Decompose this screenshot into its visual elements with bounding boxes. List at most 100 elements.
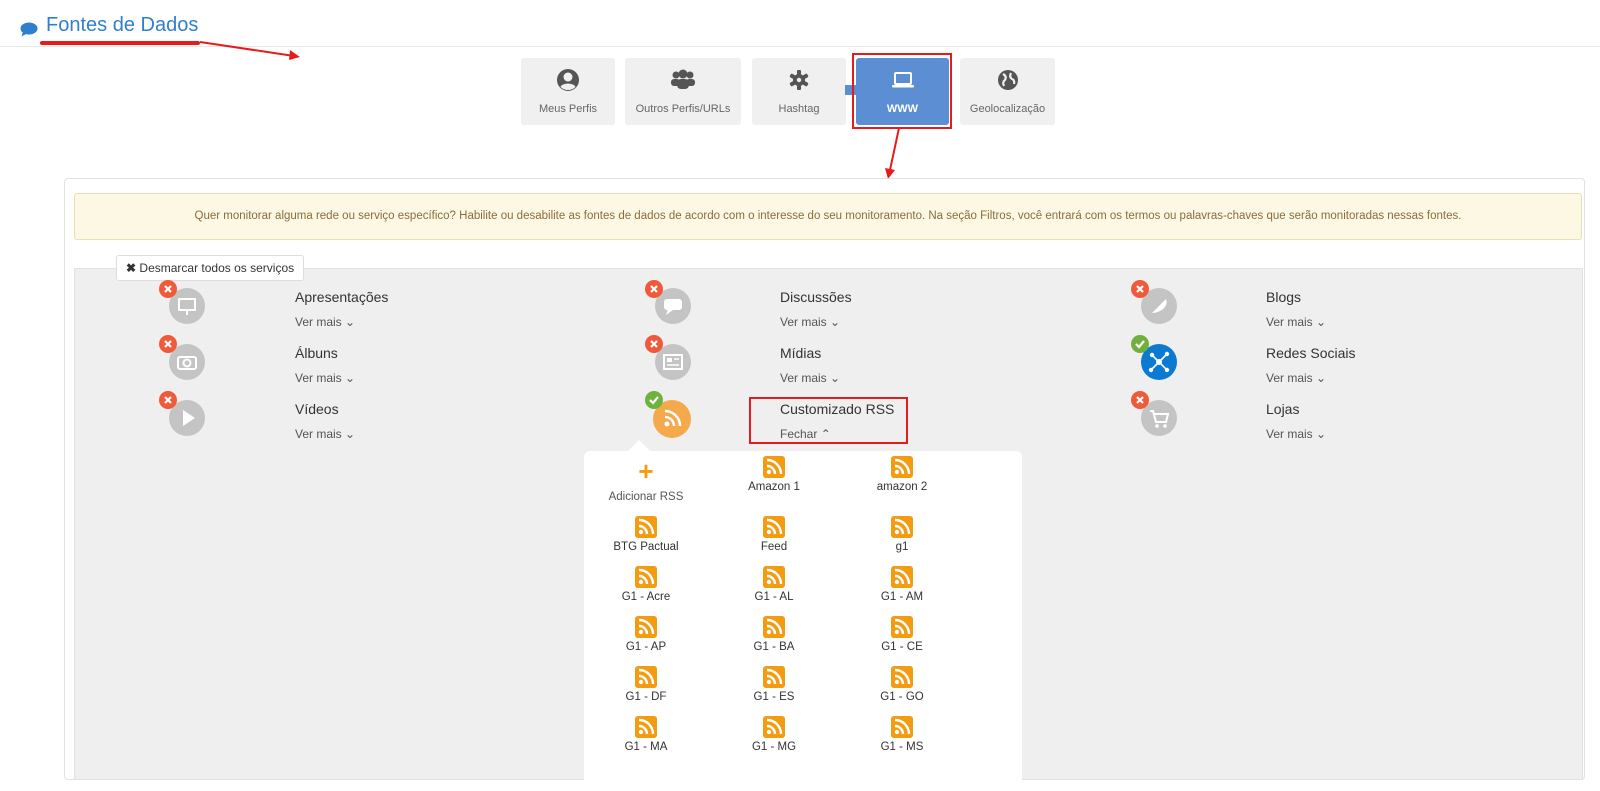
service-disabled-toggle[interactable]	[1131, 391, 1149, 409]
service-ver-mais[interactable]: Ver mais ⌄	[1266, 315, 1326, 329]
rss-feed-item[interactable]: G1 - DF	[586, 665, 706, 703]
rss-feed-item[interactable]: Amazon 1	[714, 455, 834, 493]
annotation-arrow-down	[885, 128, 900, 179]
service-disabled-toggle[interactable]	[645, 280, 663, 298]
rss-feed-icon	[891, 616, 913, 638]
rss-feed-icon	[891, 666, 913, 688]
comment-icon	[20, 22, 38, 37]
add-rss-button[interactable]: + Adicionar RSS	[586, 456, 706, 503]
rss-feed-item[interactable]: G1 - ES	[714, 665, 834, 703]
rss-feed-icon	[635, 566, 657, 588]
rss-feed-item[interactable]: G1 - AM	[842, 565, 962, 603]
popover-arrow	[628, 440, 650, 451]
service-title: Discussões	[780, 289, 852, 305]
unselect-all-label: Desmarcar todos os serviços	[139, 261, 295, 275]
add-rss-label: Adicionar RSS	[608, 491, 684, 503]
rss-feed-icon	[635, 716, 657, 738]
rss-feed-item[interactable]: BTG Pactual	[586, 515, 706, 553]
info-alert: Quer monitorar alguma rede ou serviço es…	[74, 193, 1582, 240]
tab-geolocalizacao[interactable]: Geolocalização	[960, 58, 1055, 125]
service-ver-mais[interactable]: Ver mais ⌄	[780, 315, 840, 329]
plus-icon: +	[638, 456, 654, 486]
service-title: Redes Sociais	[1266, 345, 1356, 361]
rss-feed-label: BTG Pactual	[613, 541, 679, 553]
rss-feed-icon	[891, 716, 913, 738]
rss-feed-label: Feed	[760, 541, 788, 553]
rss-feed-item[interactable]: g1	[842, 515, 962, 553]
rss-feed-label: G1 - ES	[753, 691, 795, 703]
service-enabled-toggle[interactable]	[645, 391, 663, 409]
tab-hashtag[interactable]: Hashtag	[752, 58, 846, 125]
annotation-arrow-right	[200, 41, 300, 60]
unselect-all-button[interactable]: ✖ Desmarcar todos os serviços	[116, 255, 305, 281]
tab-label: Outros Perfis/URLs	[635, 103, 731, 115]
rss-feed-icon	[891, 516, 913, 538]
service-disabled-toggle[interactable]	[159, 335, 177, 353]
tab-meus-perfis[interactable]: Meus Perfis	[521, 58, 615, 125]
rss-feed-item[interactable]: Feed	[714, 515, 834, 553]
tab-label: Meus Perfis	[538, 103, 598, 115]
rss-feed-item[interactable]: G1 - MS	[842, 715, 962, 753]
globe-icon	[997, 70, 1018, 90]
rss-feed-label: G1 - DF	[625, 691, 667, 703]
tab-label: Hashtag	[778, 103, 820, 115]
service-title: Álbuns	[295, 345, 338, 361]
rss-feed-item[interactable]: G1 - MA	[586, 715, 706, 753]
annotation-box-rss	[749, 397, 908, 444]
users-icon	[671, 69, 695, 89]
service-enabled-toggle[interactable]	[1131, 335, 1149, 353]
service-ver-mais[interactable]: Ver mais ⌄	[1266, 427, 1326, 441]
rss-feed-item[interactable]: G1 - BA	[714, 615, 834, 653]
rss-feed-label: amazon 2	[876, 481, 928, 493]
rss-feed-icon	[763, 616, 785, 638]
service-title: Vídeos	[295, 401, 339, 417]
rss-feed-icon	[635, 516, 657, 538]
rss-feed-label: G1 - AM	[880, 591, 924, 603]
rss-feed-item[interactable]: G1 - MG	[714, 715, 834, 753]
rss-feed-icon	[763, 566, 785, 588]
rss-feed-label: G1 - MS	[880, 741, 924, 753]
rss-feed-label: G1 - BA	[753, 641, 795, 653]
rss-feed-icon	[891, 456, 913, 478]
service-ver-mais[interactable]: Ver mais ⌄	[295, 371, 355, 385]
tab-label: Geolocalização	[969, 103, 1046, 115]
rss-feed-item[interactable]: G1 - Acre	[586, 565, 706, 603]
page-title: Fontes de Dados	[46, 14, 199, 36]
user-circle-icon	[557, 69, 579, 91]
rss-feed-icon	[763, 516, 785, 538]
rss-feed-label: g1	[895, 541, 909, 553]
rss-feed-label: G1 - CE	[881, 641, 923, 653]
rss-feed-icon	[763, 456, 785, 478]
service-title: Mídias	[780, 345, 822, 361]
rss-feed-item[interactable]: amazon 2	[842, 455, 962, 493]
rss-feed-icon	[891, 566, 913, 588]
service-disabled-toggle[interactable]	[159, 280, 177, 298]
x-icon: ✖	[126, 261, 137, 275]
annotation-underline	[40, 41, 200, 45]
rss-feed-item[interactable]: G1 - CE	[842, 615, 962, 653]
rss-feed-item[interactable]: G1 - GO	[842, 665, 962, 703]
rss-feed-label: G1 - MA	[624, 741, 668, 753]
service-ver-mais[interactable]: Ver mais ⌄	[295, 427, 355, 441]
rss-feed-label: G1 - MG	[751, 741, 797, 753]
rss-feed-label: G1 - AL	[754, 591, 794, 603]
rss-feed-item[interactable]: G1 - AP	[586, 615, 706, 653]
service-title: Lojas	[1266, 401, 1300, 417]
rss-feed-item[interactable]: G1 - AL	[714, 565, 834, 603]
rss-feed-label: Amazon 1	[748, 481, 800, 493]
rss-feed-icon	[763, 716, 785, 738]
rss-feed-label: G1 - Acre	[621, 591, 671, 603]
hashtag-icon	[789, 70, 809, 90]
service-disabled-toggle[interactable]	[1131, 280, 1149, 298]
service-ver-mais[interactable]: Ver mais ⌄	[295, 315, 355, 329]
rss-feed-icon	[763, 666, 785, 688]
rss-feed-icon	[635, 666, 657, 688]
service-disabled-toggle[interactable]	[159, 391, 177, 409]
tab-outros-perfis[interactable]: Outros Perfis/URLs	[625, 58, 741, 125]
rss-feed-label: G1 - GO	[880, 691, 924, 703]
annotation-box-www	[852, 53, 952, 129]
service-disabled-toggle[interactable]	[645, 335, 663, 353]
service-ver-mais[interactable]: Ver mais ⌄	[1266, 371, 1326, 385]
service-title: Blogs	[1266, 289, 1302, 305]
service-ver-mais[interactable]: Ver mais ⌄	[780, 371, 840, 385]
